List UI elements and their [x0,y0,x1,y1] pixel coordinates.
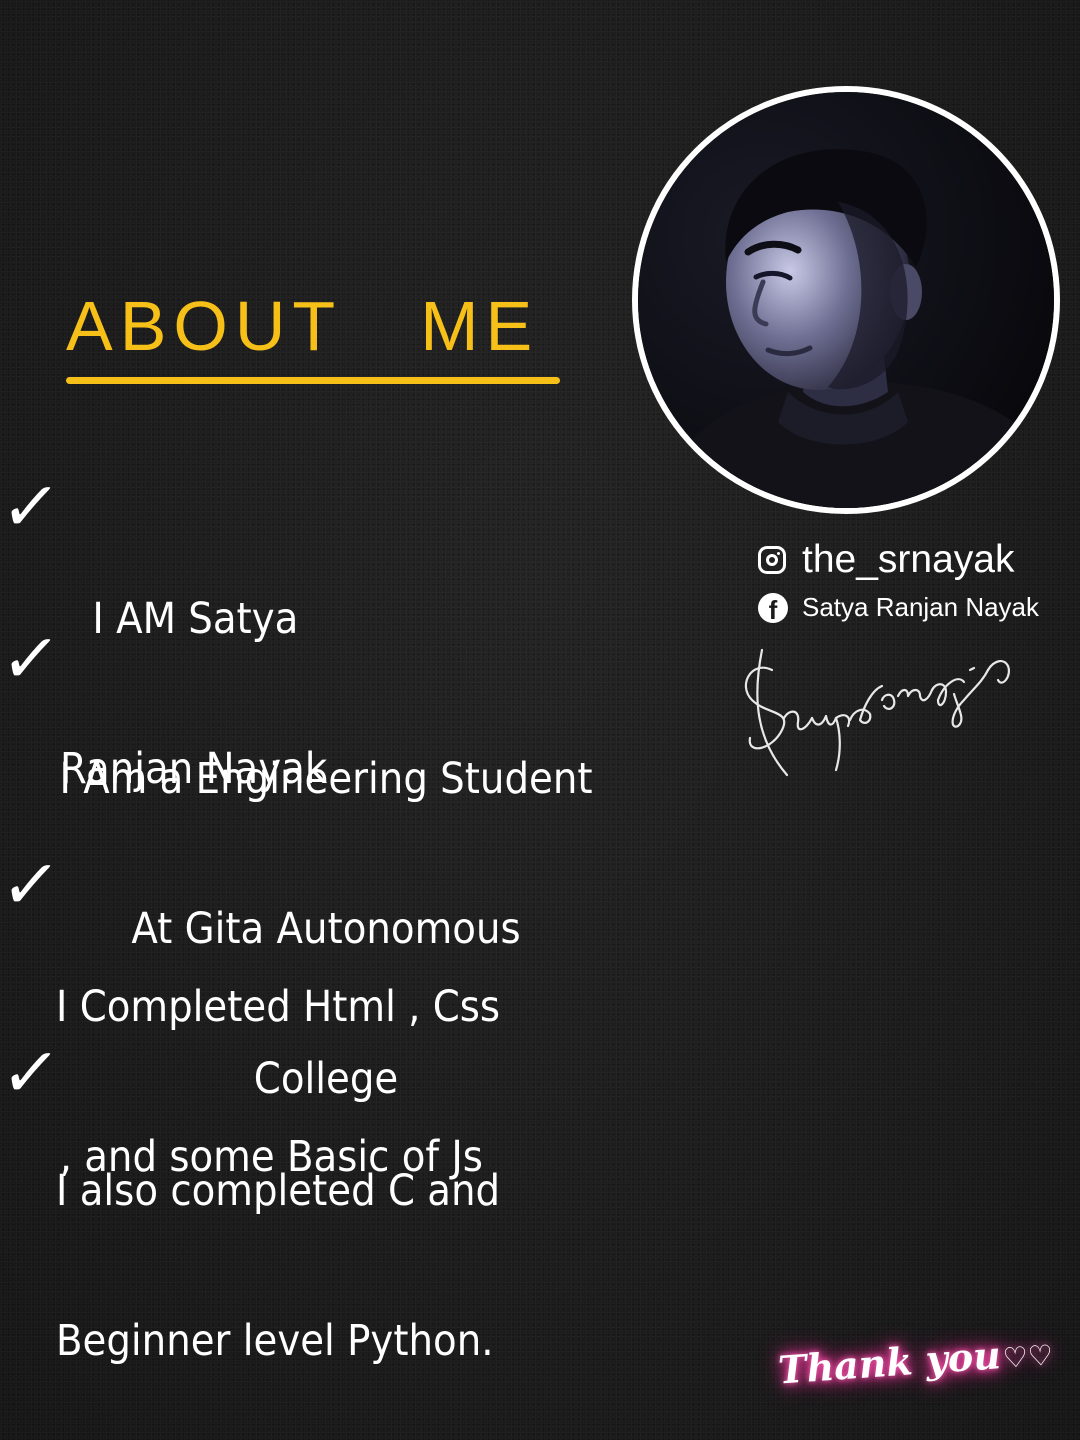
instagram-icon [758,546,786,574]
portrait-illustration [638,92,1054,508]
page-title: ABOUT ME [66,287,540,365]
instagram-handle[interactable]: the_srnayak [802,538,1014,582]
bullet-line: Beginner level Python. [56,1316,494,1366]
bullet-line: I Am a Engineering Student [59,754,593,804]
check-mark-icon: ✓ [0,1034,65,1113]
facebook-icon: f [758,592,788,623]
facebook-row[interactable]: f Satya Ranjan Nayak [758,592,1039,623]
thank-you-text: Thank you [776,1332,1003,1393]
signature-scribble [744,648,1010,777]
thank-you-note: Thank you♡♡ [777,1328,1054,1392]
bullet-line: I Completed Html , Css [56,982,501,1032]
check-mark-icon: ✓ [0,468,65,547]
facebook-name[interactable]: Satya Ranjan Nayak [802,592,1039,623]
bullet-line: I AM Satya [92,594,299,644]
heart-icon: ♡♡ [1001,1338,1055,1375]
bullet-item-languages: I also completed C and Beginner level Py… [56,1066,500,1416]
check-mark-icon: ✓ [0,846,65,925]
signature [732,630,1022,794]
instagram-row[interactable]: the_srnayak [758,538,1014,582]
title-underline [66,377,560,384]
bullet-line: I also completed C and [56,1166,501,1216]
profile-photo [632,86,1060,514]
check-mark-icon: ✓ [0,620,65,699]
